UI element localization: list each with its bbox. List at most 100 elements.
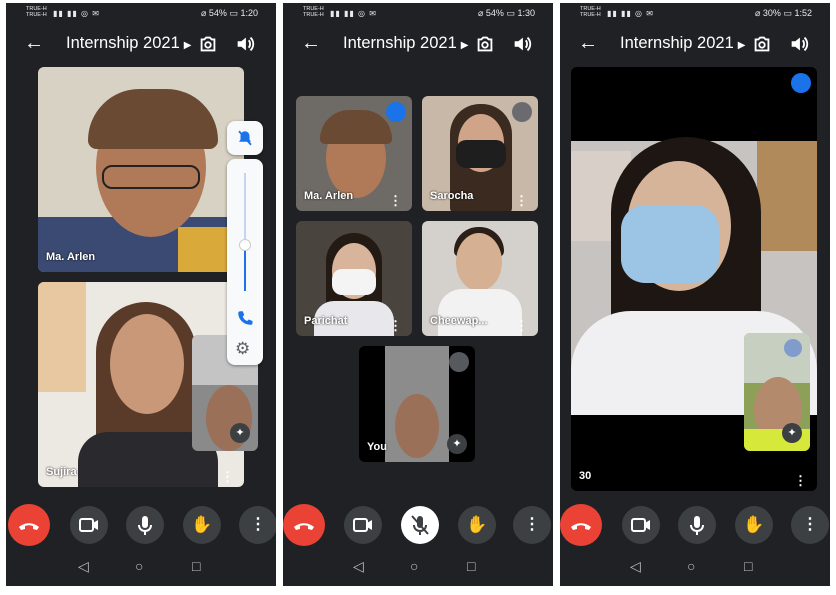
speaker-icon[interactable]: [234, 33, 256, 55]
nav-home-icon[interactable]: ○: [135, 558, 143, 574]
speaking-indicator-icon: [386, 102, 406, 122]
chevron-right-icon: ▶: [183, 40, 192, 51]
nav-back-icon[interactable]: ◁: [78, 558, 89, 575]
end-call-button[interactable]: [8, 504, 50, 546]
raise-hand-button[interactable]: ✋: [183, 506, 221, 544]
status-bar: TRUE-H TRUE-H ▮▮ ▮▮ ◎ ✉ ⌀ 30% ▭ 1:52: [560, 3, 830, 25]
more-vert-icon[interactable]: ⋮: [389, 194, 402, 207]
back-arrow-icon[interactable]: ←: [578, 32, 598, 55]
more-vert-icon[interactable]: ⋮: [515, 194, 528, 207]
switch-camera-icon[interactable]: [474, 33, 496, 55]
battery-time: ⌀ 54% ▭ 1:20: [201, 8, 258, 19]
participant-name: Sarocha: [430, 190, 474, 202]
participant-name: Ma. Arlen: [304, 190, 354, 202]
signal-icon: ▮▮ ▮▮ ◎ ✉: [607, 9, 654, 18]
top-app-bar: ← Internship 2021 ▶: [283, 29, 553, 63]
participant-name: Sujira: [46, 466, 77, 478]
cork-board: [757, 141, 817, 251]
nav-back-icon[interactable]: ◁: [630, 558, 641, 575]
meeting-title-text: Internship 2021: [66, 34, 180, 52]
mic-button[interactable]: [678, 506, 716, 544]
glasses: [102, 165, 200, 189]
more-vert-icon[interactable]: ⋮: [794, 474, 807, 487]
meeting-title[interactable]: Internship 2021 ▶: [66, 34, 191, 53]
more-vert-icon[interactable]: ⋮: [515, 319, 528, 332]
participant-tile[interactable]: Ma. Arlen ⋮: [296, 96, 412, 211]
call-controls: ✋ ⋮: [6, 502, 276, 548]
camera-button[interactable]: [344, 506, 382, 544]
carrier-label: TRUE-H TRUE-H: [580, 6, 601, 18]
end-call-button[interactable]: [283, 504, 325, 546]
status-bar: TRUE-H TRUE-H ▮▮ ▮▮ ◎ ✉ ⌀ 54% ▭ 1:20: [6, 3, 276, 25]
wall: [744, 333, 810, 383]
clock: 1:30: [517, 8, 535, 18]
chevron-right-icon: ▶: [460, 40, 469, 51]
mic-off-icon: [411, 515, 429, 535]
speaker-icon[interactable]: [511, 33, 533, 55]
camera-icon: [79, 518, 98, 532]
more-vert-icon[interactable]: ⋮: [389, 319, 402, 332]
participant-tile[interactable]: Sarocha ⋮: [422, 96, 538, 211]
effects-icon[interactable]: ✦: [782, 423, 802, 443]
gear-icon[interactable]: ⚙: [235, 339, 250, 359]
end-call-button[interactable]: [560, 504, 602, 546]
phone-icon[interactable]: [236, 309, 254, 327]
battery-percent: 54%: [485, 8, 504, 18]
switch-camera-icon[interactable]: [751, 33, 773, 55]
raise-hand-icon: ✋: [466, 515, 488, 534]
nav-home-icon[interactable]: ○: [687, 558, 695, 574]
raise-hand-button[interactable]: ✋: [458, 506, 496, 544]
effects-icon[interactable]: ✦: [230, 423, 250, 443]
clock: 1:52: [794, 8, 812, 18]
signal-icon: ▮▮ ▮▮ ◎ ✉: [53, 9, 100, 18]
no-alarm-icon: ⌀: [200, 8, 207, 18]
back-arrow-icon[interactable]: ←: [24, 32, 44, 55]
battery-time: ⌀ 54% ▭ 1:30: [478, 8, 535, 19]
volume-slider-thumb[interactable]: [239, 239, 251, 251]
ringer-mute-button[interactable]: [227, 121, 263, 155]
participant-tile[interactable]: Parichat ⋮: [296, 221, 412, 336]
nav-back-icon[interactable]: ◁: [353, 558, 364, 575]
participant-hair: [320, 110, 392, 144]
nav-home-icon[interactable]: ○: [410, 558, 418, 574]
top-app-bar: ← Internship 2021 ▶: [560, 29, 830, 63]
meeting-title[interactable]: Internship 2021 ▶: [343, 34, 468, 53]
effects-icon[interactable]: ✦: [447, 434, 467, 454]
raise-hand-button[interactable]: ✋: [735, 506, 773, 544]
participant-face: [456, 233, 502, 291]
carrier-label: TRUE-H TRUE-H: [303, 6, 324, 18]
mic-icon: [690, 516, 704, 535]
more-options-button[interactable]: ⋮: [239, 506, 276, 544]
nav-recents-icon[interactable]: □: [744, 558, 752, 574]
self-view-tile[interactable]: You ✦: [359, 346, 475, 462]
camera-button[interactable]: [70, 506, 108, 544]
participant-name: Ma. Arlen: [46, 251, 96, 263]
chevron-right-icon: ▶: [737, 40, 746, 51]
volume-slider-panel[interactable]: ⚙: [227, 159, 263, 365]
back-arrow-icon[interactable]: ←: [301, 32, 321, 55]
nav-recents-icon[interactable]: □: [467, 558, 475, 574]
participant-tile[interactable]: Ma. Arlen: [38, 67, 244, 272]
speaking-indicator-icon: [791, 73, 811, 93]
nav-recents-icon[interactable]: □: [192, 558, 200, 574]
mic-button[interactable]: [401, 506, 439, 544]
speaker-icon[interactable]: [788, 33, 810, 55]
end-call-icon: [19, 523, 39, 530]
more-options-button[interactable]: ⋮: [791, 506, 829, 544]
participant-face: [395, 394, 439, 458]
more-vert-icon: ⋮: [802, 516, 818, 533]
more-vert-icon[interactable]: ⋮: [221, 470, 234, 483]
participant-tile[interactable]: Cheewap... ⋮: [422, 221, 538, 336]
participant-name: Parichat: [304, 315, 348, 327]
system-nav-bar: ◁ ○ □: [560, 556, 830, 580]
participant-hair: [88, 89, 218, 149]
more-options-button[interactable]: ⋮: [513, 506, 551, 544]
battery-percent: 30%: [762, 8, 781, 18]
mic-button[interactable]: [126, 506, 164, 544]
self-view-tile[interactable]: ✦: [744, 333, 810, 451]
switch-camera-icon[interactable]: [197, 33, 219, 55]
meeting-title[interactable]: Internship 2021 ▶: [620, 34, 745, 53]
mic-off-icon: [449, 352, 469, 372]
camera-button[interactable]: [622, 506, 660, 544]
battery-icon: ▭: [783, 8, 792, 18]
